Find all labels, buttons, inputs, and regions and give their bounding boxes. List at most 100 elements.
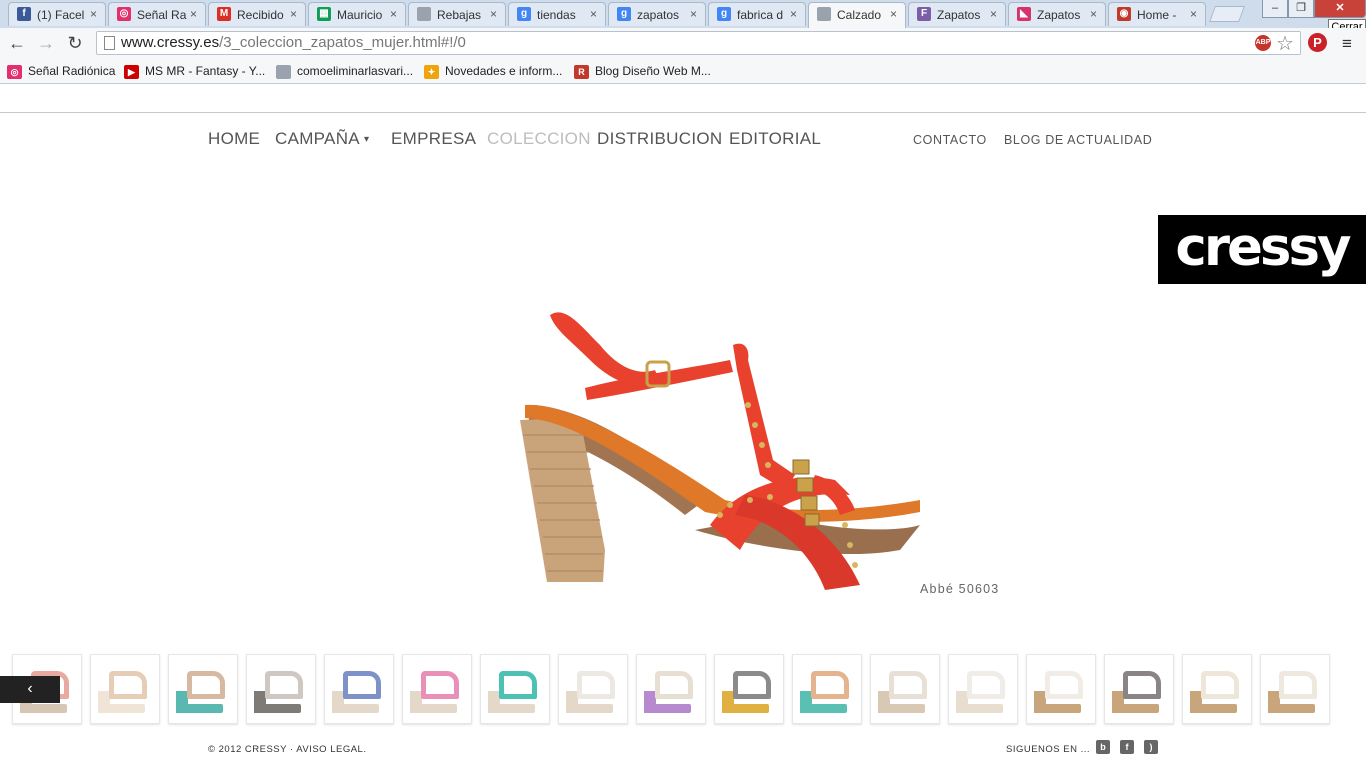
- tab-title: tiendas: [537, 8, 576, 22]
- bookmark-star-icon[interactable]: ☆: [1276, 31, 1294, 56]
- nav-distribucion[interactable]: DISTRIBUCION: [597, 129, 722, 149]
- tab-close-icon[interactable]: ×: [490, 7, 497, 21]
- nav-campana[interactable]: CAMPAÑA ▾: [275, 129, 369, 149]
- reload-button[interactable]: ↻: [64, 32, 86, 54]
- browser-tab[interactable]: ◉ Home - ×: [1108, 2, 1206, 26]
- browser-tab[interactable]: F Zapatos ×: [908, 2, 1006, 26]
- product-thumbnail[interactable]: [480, 654, 550, 724]
- browser-tab[interactable]: ◣ Zapatos ×: [1008, 2, 1106, 26]
- browser-tab[interactable]: Rebajas ×: [408, 2, 506, 26]
- thumbnail-sole: [489, 704, 535, 713]
- nav-coleccion[interactable]: COLECCION: [487, 129, 591, 149]
- thumbnail-sole: [255, 704, 301, 713]
- product-thumbnail[interactable]: [90, 654, 160, 724]
- product-thumbnail[interactable]: [792, 654, 862, 724]
- chevron-down-icon: ▾: [364, 134, 370, 146]
- tab-title: (1) Facel: [37, 8, 85, 22]
- nav-home[interactable]: HOME: [208, 129, 260, 149]
- browser-tab[interactable]: ▦ Mauricio ×: [308, 2, 406, 26]
- thumbnail-sole: [99, 704, 145, 713]
- browser-tab[interactable]: f (1) Facel ×: [8, 2, 106, 26]
- nav-editorial[interactable]: EDITORIAL: [729, 129, 821, 149]
- product-thumbnail[interactable]: [636, 654, 706, 724]
- product-thumbnail[interactable]: [1182, 654, 1252, 724]
- thumbnail-sole: [1035, 704, 1081, 713]
- rss-icon[interactable]: ): [1144, 740, 1158, 754]
- thumbnail-upper: [421, 671, 459, 699]
- bookmark-item[interactable]: ▶ MS MR - Fantasy - Y...: [124, 62, 265, 80]
- product-thumbnail[interactable]: [948, 654, 1018, 724]
- instagram-icon: ◎: [7, 64, 22, 79]
- nav-contacto[interactable]: CONTACTO: [913, 133, 987, 147]
- thumbnail-carousel: ‹: [0, 654, 1366, 726]
- carousel-prev-button[interactable]: ‹: [0, 676, 60, 703]
- tab-close-icon[interactable]: ×: [190, 7, 197, 21]
- product-thumbnail[interactable]: [870, 654, 940, 724]
- browser-tab[interactable]: g zapatos ×: [608, 2, 706, 26]
- tab-title: Señal Ra: [137, 8, 187, 22]
- chrome-menu-icon[interactable]: ≡: [1342, 34, 1352, 54]
- follow-us-label: SIGUENOS EN ...: [1006, 744, 1091, 755]
- thumbnail-sole: [21, 704, 67, 713]
- adblock-icon[interactable]: ABP: [1255, 35, 1271, 51]
- product-thumbnail[interactable]: [402, 654, 472, 724]
- pinterest-icon[interactable]: P: [1308, 33, 1327, 52]
- bookmark-label: Blog Diseño Web M...: [595, 64, 711, 78]
- tab-close-icon[interactable]: ×: [290, 7, 297, 21]
- copyright-text[interactable]: © 2012 CRESSY · AVISO LEGAL.: [208, 744, 366, 755]
- tab-close-icon[interactable]: ×: [90, 7, 97, 21]
- window-close-button[interactable]: ✕: [1314, 0, 1366, 18]
- shoe-icon: ◣: [1017, 7, 1031, 21]
- blogger-icon[interactable]: b: [1096, 740, 1110, 754]
- thumbnail-upper: [967, 671, 1005, 699]
- address-bar[interactable]: www.cressy.es/3_coleccion_zapatos_mujer.…: [96, 31, 1301, 55]
- thumbnail-sole: [879, 704, 925, 713]
- browser-toolbar: ← → ↻ www.cressy.es/3_coleccion_zapatos_…: [0, 28, 1366, 58]
- thumbnail-sole: [645, 704, 691, 713]
- product-thumbnail[interactable]: [714, 654, 784, 724]
- product-thumbnail[interactable]: [1104, 654, 1174, 724]
- thumbnail-upper: [343, 671, 381, 699]
- browser-tab[interactable]: M Recibido ×: [208, 2, 306, 26]
- restore-button[interactable]: ❐: [1288, 0, 1314, 18]
- thumbnail-sole: [801, 704, 847, 713]
- browser-tab[interactable]: ◎ Señal Ra ×: [108, 2, 206, 26]
- tab-title: fabrica d: [737, 8, 784, 22]
- eye-icon: ◉: [1117, 7, 1131, 21]
- cressy-logo[interactable]: cressy: [1158, 215, 1366, 284]
- new-tab-button[interactable]: [1209, 6, 1245, 22]
- top-divider: [0, 112, 1366, 113]
- product-thumbnail[interactable]: [1260, 654, 1330, 724]
- tab-close-icon[interactable]: ×: [990, 7, 997, 21]
- tab-title: Zapatos: [1037, 8, 1081, 22]
- page-icon: [817, 7, 831, 21]
- tab-close-icon[interactable]: ×: [790, 7, 797, 21]
- nav-blog[interactable]: BLOG DE ACTUALIDAD: [1004, 133, 1152, 147]
- tab-close-icon[interactable]: ×: [590, 7, 597, 21]
- tab-close-icon[interactable]: ×: [890, 7, 897, 21]
- product-thumbnail[interactable]: [324, 654, 394, 724]
- browser-tab[interactable]: g tiendas ×: [508, 2, 606, 26]
- tab-close-icon[interactable]: ×: [690, 7, 697, 21]
- nav-empresa[interactable]: EMPRESA: [391, 129, 476, 149]
- tab-title: Recibido: [237, 8, 284, 22]
- bookmark-item[interactable]: comoeliminarlasvari...: [276, 62, 413, 80]
- f-icon: F: [917, 7, 931, 21]
- tab-close-icon[interactable]: ×: [390, 7, 397, 21]
- tab-close-icon[interactable]: ×: [1090, 7, 1097, 21]
- product-thumbnail[interactable]: [558, 654, 628, 724]
- bookmark-item[interactable]: R Blog Diseño Web M...: [574, 62, 711, 80]
- bookmark-item[interactable]: ✦ Novedades e inform...: [424, 62, 562, 80]
- product-thumbnail[interactable]: [168, 654, 238, 724]
- facebook-icon[interactable]: f: [1120, 740, 1134, 754]
- product-thumbnail[interactable]: [1026, 654, 1096, 724]
- product-thumbnail[interactable]: [246, 654, 316, 724]
- back-button[interactable]: ←: [6, 32, 28, 54]
- thumbnail-upper: [499, 671, 537, 699]
- forward-button[interactable]: →: [35, 32, 57, 54]
- minimize-button[interactable]: –: [1262, 0, 1288, 18]
- browser-tab[interactable]: Calzado ×: [808, 2, 906, 28]
- bookmark-item[interactable]: ◎ Señal Radiónica: [7, 62, 115, 80]
- tab-close-icon[interactable]: ×: [1190, 7, 1197, 21]
- browser-tab[interactable]: g fabrica d ×: [708, 2, 806, 26]
